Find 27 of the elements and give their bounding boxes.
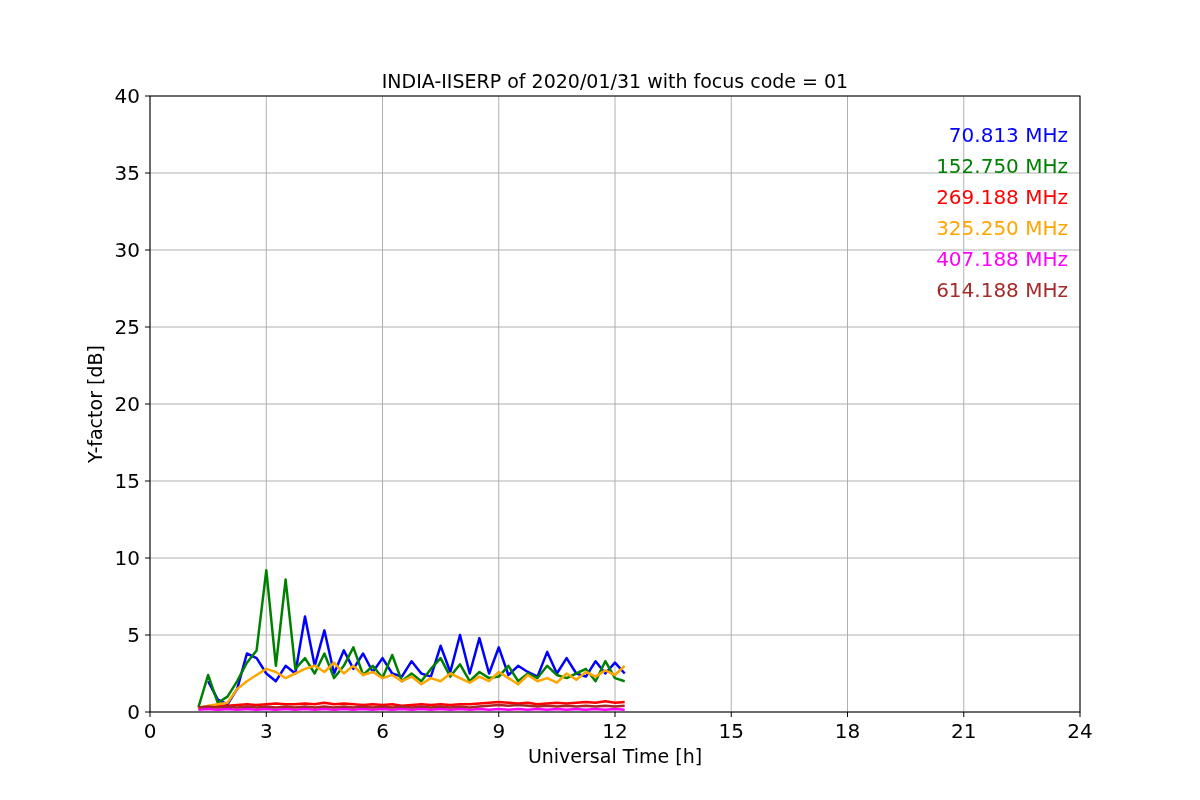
y-axis-label: Y-factor [dB] [84,345,106,463]
legend-label: 325.250 MHz [936,216,1068,240]
legend-label: 269.188 MHz [936,185,1068,209]
x-tick-label: 18 [834,719,861,743]
chart-title: INDIA-IISERP of 2020/01/31 with focus code = 01 [381,70,849,92]
y-tick-label: 0 [127,700,140,724]
x-tick-label: 15 [718,719,744,743]
y-tick-label: 10 [114,546,140,570]
x-tick-label: 12 [602,719,628,743]
legend-label: 407.188 MHz [936,247,1068,271]
x-tick-label: 24 [1067,719,1093,743]
x-tick-label: 3 [259,719,273,743]
y-tick-label: 25 [114,315,140,339]
x-tick-label: 21 [951,719,977,743]
x-axis-label: Universal Time [h] [527,745,703,767]
legend-label: 152.750 MHz [936,154,1068,178]
y-tick-label: 35 [114,161,140,185]
x-tick-label: 9 [492,719,506,743]
y-tick-label: 20 [114,392,140,416]
legend-label: 614.188 MHz [936,278,1068,302]
y-tick-label: 5 [127,623,140,647]
y-tick-label: 15 [114,469,140,493]
y-tick-label: 30 [114,238,140,262]
legend-label: 70.813 MHz [948,123,1068,147]
x-tick-label: 6 [376,719,389,743]
y-tick-label: 40 [114,84,140,108]
x-tick-label: 0 [143,719,157,743]
